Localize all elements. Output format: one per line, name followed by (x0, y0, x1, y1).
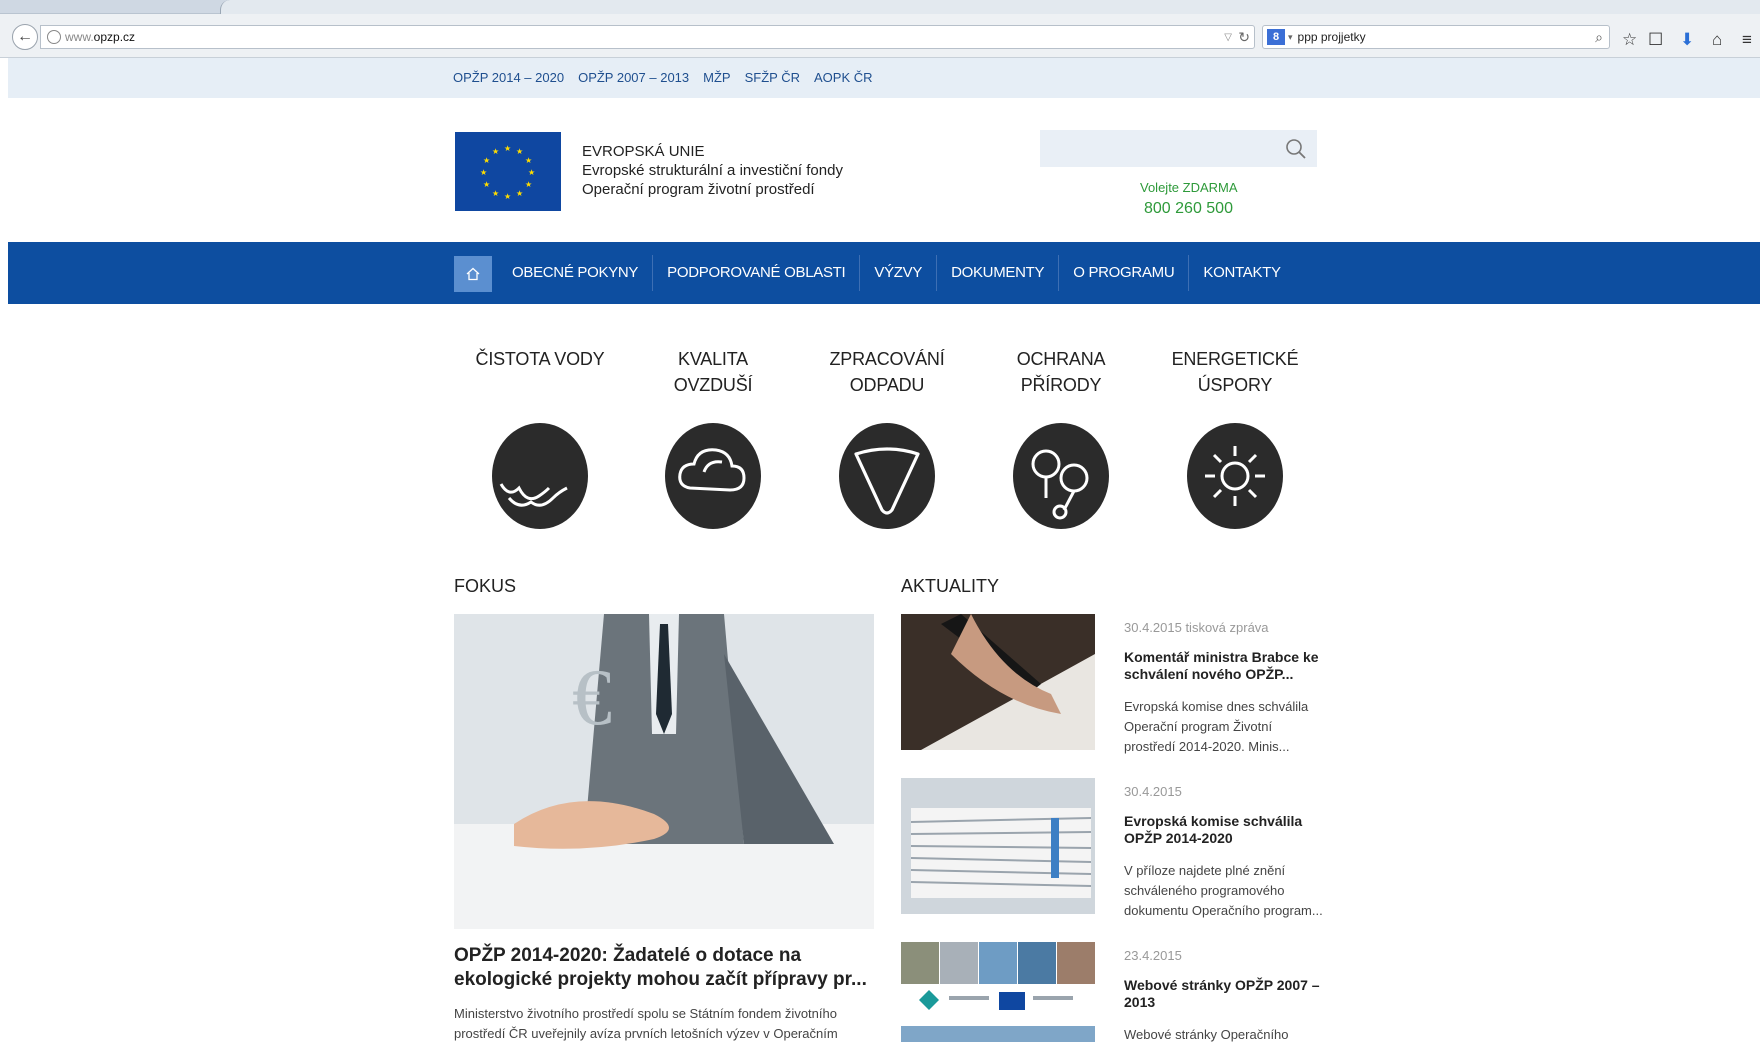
arrow-left-icon: ← (17, 28, 33, 45)
url-prefix: www. (65, 30, 94, 44)
home-icon (466, 267, 480, 281)
browser-toolbar: ← www. opzp.cz ▽ ↻ 8 ▾ ppp projjetky ⌕ ☆ … (0, 14, 1760, 58)
news-heading: AKTUALITY (901, 576, 1000, 596)
reload-icon[interactable]: ↻ (1238, 29, 1250, 46)
toplink-sfzp[interactable]: SFŽP ČR (745, 70, 800, 85)
news-date: 30.4.2015 (1124, 784, 1182, 799)
focus-image[interactable]: € (454, 614, 874, 929)
browser-search-query: ppp projjetky (1297, 30, 1366, 44)
eu-text-block: EVROPSKÁ UNIE Evropské strukturální a in… (582, 142, 843, 199)
category-kvalita-ovzdusi[interactable]: KVALITA OVZDUŠÍ (638, 346, 788, 535)
toplink-opzp-2014[interactable]: OPŽP 2014 – 2020 (453, 70, 564, 85)
eu-program: Operační program životní prostředí (582, 181, 815, 198)
main-nav: OBECNÉ POKYNY PODPOROVANÉ OBLASTI VÝZVY … (8, 242, 1760, 304)
category-label: OCHRANA PŘÍRODY (1016, 349, 1106, 395)
paper-stack-photo (901, 778, 1095, 914)
category-zpracovani-odpadu[interactable]: ZPRACOVÁNÍ ODPADU (812, 346, 962, 535)
download-icon[interactable]: ⬇ (1680, 30, 1694, 50)
businessman-euro-photo: € (454, 614, 874, 929)
focus-article-title[interactable]: OPŽP 2014-2020: Žadatelé o dotace na eko… (454, 944, 874, 992)
news-title[interactable]: Komentář ministra Brabce ke schválení no… (1124, 649, 1324, 683)
category-energeticke-uspory[interactable]: ENERGETICKÉ ÚSPORY (1160, 346, 1310, 535)
category-cistota-vody[interactable]: ČISTOTA VODY (465, 346, 615, 535)
waste-icon (839, 423, 935, 529)
news-image-documents[interactable] (901, 778, 1095, 914)
category-label: ENERGETICKÉ ÚSPORY (1171, 349, 1299, 395)
dropdown-icon[interactable]: ▽ (1224, 32, 1232, 43)
focus-article-text: Ministerstvo životního prostředí spolu s… (454, 1006, 838, 1041)
category-label: ZPRACOVÁNÍ ODPADU (829, 349, 945, 395)
category-label: ČISTOTA VODY (475, 349, 605, 369)
home-icon[interactable]: ⌂ (1712, 30, 1722, 50)
toplink-opzp-2007[interactable]: OPŽP 2007 – 2013 (578, 70, 689, 85)
eu-flag-logo[interactable]: ★ ★ ★ ★ ★ ★ ★ ★ ★ ★ ★ ★ (455, 132, 561, 211)
news-text: Webové stránky Operačního (1124, 1027, 1289, 1042)
eu-title: EVROPSKÁ UNIE (582, 143, 705, 160)
browser-search-bar[interactable]: 8 ▾ ppp projjetky ⌕ (1262, 25, 1610, 49)
address-bar[interactable]: www. opzp.cz ▽ ↻ (40, 25, 1255, 49)
news-text: Evropská komise dnes schválila Operační … (1124, 699, 1309, 754)
bookmark-star-icon[interactable]: ☆ (1622, 30, 1637, 50)
toplink-aopk[interactable]: AOPK ČR (814, 70, 873, 85)
toplink-mzp[interactable]: MŽP (703, 70, 730, 85)
news-image-website[interactable] (901, 942, 1095, 1042)
browser-tab[interactable] (220, 0, 1760, 14)
browser-tab-strip (0, 0, 1760, 14)
news-image-pen[interactable] (901, 614, 1095, 750)
news-date: 30.4.2015 tisková zpráva (1124, 620, 1269, 635)
hotline-label: Volejte ZDARMA (1140, 180, 1238, 195)
nav-dokumenty[interactable]: DOKUMENTY (936, 255, 1058, 291)
search-go-icon[interactable]: ⌕ (1595, 29, 1603, 46)
nav-podporovane-oblasti[interactable]: PODPOROVANÉ OBLASTI (652, 255, 859, 291)
url-host: opzp.cz (93, 30, 136, 44)
website-collage-photo (901, 942, 1095, 1042)
site-search-input[interactable] (1040, 130, 1317, 167)
focus-heading: FOKUS (454, 576, 517, 596)
water-icon (492, 423, 588, 529)
chevron-down-icon[interactable]: ▾ (1288, 32, 1293, 43)
news-title[interactable]: Webové stránky OPŽP 2007 – 2013 (1124, 977, 1324, 1011)
news-text: V příloze najdete plné znění schváleného… (1124, 863, 1323, 918)
hotline-number[interactable]: 800 260 500 (1144, 200, 1233, 218)
search-icon[interactable] (1284, 137, 1308, 161)
cloud-icon (665, 423, 761, 529)
eu-funds: Evropské strukturální a investiční fondy (582, 162, 843, 179)
news-title[interactable]: Evropská komise schválila OPŽP 2014-2020 (1124, 813, 1324, 847)
back-button[interactable]: ← (12, 24, 38, 50)
reading-list-icon[interactable]: ☐ (1648, 30, 1663, 50)
signing-document-photo (901, 614, 1095, 750)
nav-obecne-pokyny[interactable]: OBECNÉ POKYNY (498, 255, 652, 291)
trees-icon (1013, 423, 1109, 529)
nav-home-button[interactable] (454, 256, 492, 292)
nav-vyzvy[interactable]: VÝZVY (859, 255, 936, 291)
sun-icon (1187, 423, 1283, 529)
menu-icon[interactable]: ≡ (1742, 30, 1752, 50)
category-ochrana-prirody[interactable]: OCHRANA PŘÍRODY (986, 346, 1136, 535)
top-links-bar: OPŽP 2014 – 2020 OPŽP 2007 – 2013 MŽP SF… (8, 58, 1760, 98)
search-engine-icon[interactable]: 8 (1267, 29, 1285, 45)
svg-text:€: € (572, 654, 612, 742)
nav-o-programu[interactable]: O PROGRAMU (1058, 255, 1188, 291)
nav-kontakty[interactable]: KONTAKTY (1188, 255, 1294, 291)
news-date: 23.4.2015 (1124, 948, 1182, 963)
category-label: KVALITA OVZDUŠÍ (673, 349, 753, 395)
globe-icon (47, 30, 61, 44)
